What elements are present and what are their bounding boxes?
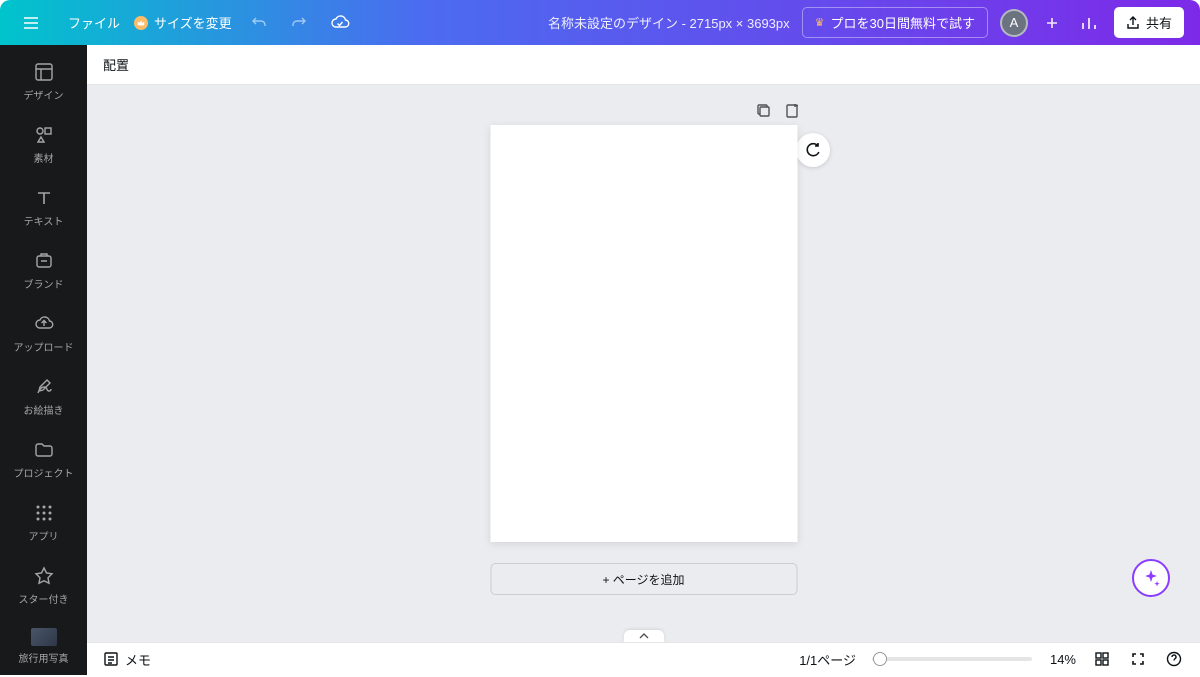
elements-icon: [33, 124, 55, 146]
add-page-icon: [784, 103, 800, 119]
refresh-button[interactable]: [796, 133, 830, 167]
sidebar-item-label: アップロード: [14, 339, 74, 354]
notes-button[interactable]: メモ: [103, 650, 151, 669]
share-icon: [1126, 16, 1140, 30]
content: 配置 + ページを追加: [87, 45, 1200, 675]
grid-view-button[interactable]: [1092, 649, 1112, 669]
redo-icon: [290, 14, 308, 32]
chart-icon: [1080, 14, 1098, 32]
zoom-slider[interactable]: [872, 657, 1032, 661]
sidebar-item-label: アプリ: [29, 528, 59, 543]
sidebar-item-text[interactable]: テキスト: [0, 177, 87, 240]
plus-icon: [1044, 15, 1060, 31]
position-button[interactable]: 配置: [103, 55, 129, 74]
sidebar-item-label: お絵描き: [24, 402, 64, 417]
sidebar-item-label: プロジェクト: [14, 465, 74, 480]
brand-icon: [33, 250, 55, 272]
grid-icon: [1094, 651, 1110, 667]
help-icon: [1166, 651, 1182, 667]
sidebar-item-starred[interactable]: スター付き: [0, 555, 87, 618]
crown-icon: ♛: [815, 16, 825, 29]
share-label: 共有: [1146, 13, 1172, 32]
sparkle-icon: [1141, 568, 1161, 588]
zoom-slider-thumb[interactable]: [873, 652, 887, 666]
sidebar-item-label: 旅行用写真: [19, 650, 69, 665]
canvas-page[interactable]: [490, 125, 797, 542]
cloud-sync-button[interactable]: [326, 10, 354, 36]
sidebar-item-label: ブランド: [24, 276, 64, 291]
cloud-check-icon: [330, 14, 350, 32]
photo-thumbnail-icon: [31, 628, 57, 646]
redo-button[interactable]: [286, 10, 312, 36]
sidebar-item-upload[interactable]: アップロード: [0, 303, 87, 366]
sidebar-item-design[interactable]: デザイン: [0, 51, 87, 114]
topbar: ファイル サイズを変更 名称未設定のデザイン - 2715px × 3693px…: [0, 0, 1200, 45]
pro-trial-button[interactable]: ♛ プロを30日間無料で試す: [802, 7, 988, 38]
page-indicator[interactable]: 1/1ページ: [799, 650, 856, 669]
add-page-button[interactable]: + ページを追加: [490, 563, 797, 595]
chevron-up-icon: [639, 633, 649, 639]
fullscreen-button[interactable]: [1128, 649, 1148, 669]
duplicate-icon: [756, 103, 772, 119]
share-button[interactable]: 共有: [1114, 7, 1184, 38]
sidebar-item-apps[interactable]: アプリ: [0, 492, 87, 555]
expand-icon: [1130, 651, 1146, 667]
hamburger-icon: [22, 14, 40, 32]
hamburger-menu-button[interactable]: [16, 8, 46, 38]
analytics-button[interactable]: [1076, 10, 1102, 36]
file-menu[interactable]: ファイル: [68, 13, 120, 32]
sidebar-item-label: 素材: [34, 150, 54, 165]
bottombar: メモ 1/1ページ 14%: [87, 642, 1200, 675]
sidebar-item-draw[interactable]: お絵描き: [0, 366, 87, 429]
zoom-control: 14%: [872, 652, 1076, 667]
notes-icon: [103, 651, 119, 667]
pro-trial-label: プロを30日間無料で試す: [831, 13, 975, 32]
sidebar-item-travel-photos[interactable]: 旅行用写真: [0, 618, 87, 677]
sidebar-item-label: スター付き: [19, 591, 69, 606]
resize-button[interactable]: サイズを変更: [134, 13, 232, 32]
add-page-icon-button[interactable]: [784, 103, 800, 119]
sidebar: デザイン 素材 テキスト ブランド アップロード お絵描き プロジェクト アプ: [0, 45, 87, 675]
topbar-left: ファイル サイズを変更: [16, 8, 354, 38]
draw-icon: [33, 376, 55, 398]
sidebar-item-label: テキスト: [24, 213, 64, 228]
undo-icon: [250, 14, 268, 32]
text-icon: [33, 187, 55, 209]
design-title[interactable]: 名称未設定のデザイン - 2715px × 3693px: [548, 13, 790, 32]
sidebar-item-label: デザイン: [24, 87, 64, 102]
refresh-icon: [804, 141, 822, 159]
template-icon: [33, 61, 55, 83]
upload-icon: [33, 313, 55, 335]
help-button[interactable]: [1164, 649, 1184, 669]
notes-label: メモ: [125, 650, 151, 669]
pages-panel-toggle[interactable]: [624, 630, 664, 642]
topbar-right: 名称未設定のデザイン - 2715px × 3693px ♛ プロを30日間無料…: [548, 7, 1184, 38]
zoom-value[interactable]: 14%: [1040, 652, 1076, 667]
sidebar-item-elements[interactable]: 素材: [0, 114, 87, 177]
add-member-button[interactable]: [1040, 11, 1064, 35]
main-area: デザイン 素材 テキスト ブランド アップロード お絵描き プロジェクト アプ: [0, 45, 1200, 675]
star-icon: [33, 565, 55, 587]
duplicate-page-button[interactable]: [756, 103, 772, 119]
undo-button[interactable]: [246, 10, 272, 36]
canvas-area[interactable]: + ページを追加: [87, 85, 1200, 642]
sidebar-item-brand[interactable]: ブランド: [0, 240, 87, 303]
ai-assistant-button[interactable]: [1132, 559, 1170, 597]
crown-badge-icon: [134, 16, 148, 30]
avatar[interactable]: A: [1000, 9, 1028, 37]
apps-icon: [33, 502, 55, 524]
resize-label: サイズを変更: [154, 13, 232, 32]
folder-icon: [33, 439, 55, 461]
sidebar-item-projects[interactable]: プロジェクト: [0, 429, 87, 492]
sub-toolbar: 配置: [87, 45, 1200, 85]
page-actions: [756, 103, 800, 119]
